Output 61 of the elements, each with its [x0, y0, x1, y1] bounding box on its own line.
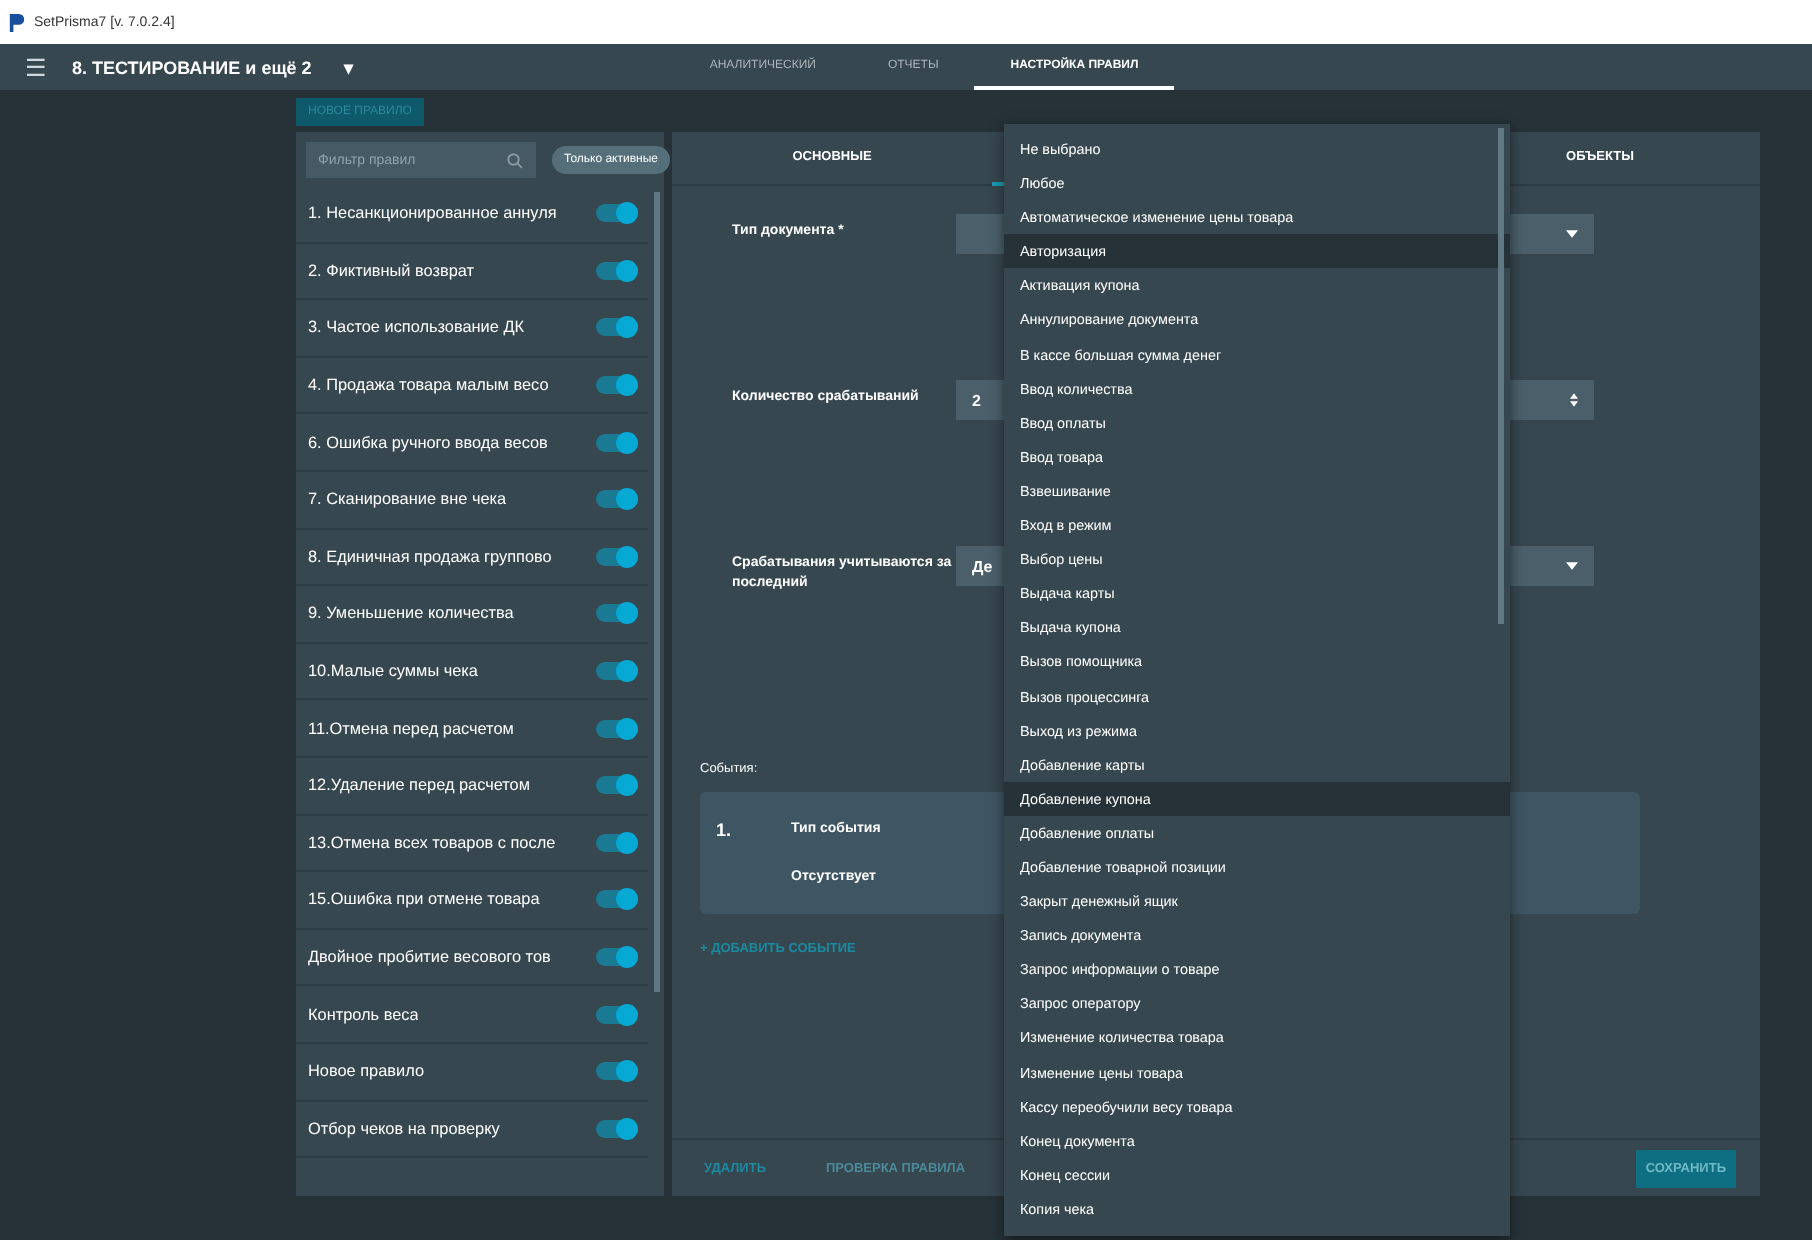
rule-name: Отбор чеков на проверку — [308, 1119, 500, 1138]
rule-name: 9. Уменьшение количества — [308, 604, 514, 623]
toggle-switch[interactable] — [596, 261, 636, 280]
rule-item[interactable]: Отбор чеков на проверку — [296, 1101, 648, 1159]
toggle-switch[interactable] — [596, 547, 636, 566]
rule-item[interactable]: 15.Ошибка при отмене товара — [296, 872, 648, 930]
rule-item[interactable]: 11.Отмена перед расчетом — [296, 700, 648, 758]
rule-item[interactable]: 10.Малые суммы чека — [296, 643, 648, 701]
rule-item[interactable]: Контроль веса — [296, 986, 648, 1044]
toggle-switch[interactable] — [596, 490, 636, 509]
rule-name: 4. Продажа товара малым весо — [308, 376, 549, 395]
app-logo-icon — [8, 11, 26, 33]
rule-item[interactable]: 7. Сканирование вне чека — [296, 471, 648, 530]
dropdown-caret-icon — [1566, 562, 1578, 570]
rule-name: 13.Отмена всех товаров с после — [308, 833, 556, 852]
rule-item[interactable]: Новое правило — [296, 1043, 648, 1101]
rule-item[interactable]: 4. Продажа товара малым весо — [296, 357, 648, 415]
rule-item[interactable]: 1. Несанкционированное аннуля — [296, 186, 648, 244]
toggle-switch[interactable] — [596, 1005, 636, 1024]
rule-name: 8. Единичная продажа группово — [308, 547, 552, 566]
rule-item[interactable]: 8. Единичная продажа группово — [296, 529, 648, 587]
rule-name: 6. Ошибка ручного ввода весов — [308, 433, 548, 452]
toggle-switch[interactable] — [596, 833, 636, 852]
toggle-switch[interactable] — [596, 948, 636, 967]
event-number: 1. — [716, 820, 732, 844]
dropdown-caret-icon — [1566, 230, 1578, 238]
rule-name: 12.Удаление перед расчетом — [308, 776, 530, 795]
rule-name: 10.Малые суммы чека — [308, 662, 478, 681]
toggle-switch[interactable] — [596, 1062, 636, 1081]
rule-name: 11.Отмена перед расчетом — [308, 719, 514, 738]
toggle-switch[interactable] — [596, 890, 636, 909]
rule-name: 7. Сканирование вне чека — [308, 490, 507, 509]
project-selector[interactable]: 8. ТЕСТИРОВАНИЕ и ещё 2 ▾ — [72, 57, 354, 77]
rule-item[interactable]: Двойное пробитие весового тов — [296, 929, 648, 987]
toggle-switch[interactable] — [596, 204, 636, 223]
rule-name: Новое правило — [308, 1062, 424, 1081]
rule-item[interactable]: 2. Фиктивный возврат — [296, 243, 648, 301]
rule-name: 15.Ошибка при отмене товара — [308, 890, 540, 909]
scrollbar[interactable] — [1498, 128, 1504, 624]
rule-item[interactable]: 3. Частое использование ДК — [296, 300, 648, 358]
toggle-switch[interactable] — [596, 1119, 636, 1138]
rule-item[interactable]: 9. Уменьшение количества — [296, 586, 648, 644]
toggle-switch[interactable] — [596, 376, 636, 395]
rule-name: 2. Фиктивный возврат — [308, 261, 475, 280]
rule-name: 1. Несанкционированное аннуля — [308, 204, 557, 223]
menu-button[interactable]: ☰ — [0, 53, 72, 81]
rule-item[interactable]: 6. Ошибка ручного ввода весов — [296, 414, 648, 472]
toggle-switch[interactable] — [596, 318, 636, 337]
scrollbar[interactable] — [654, 192, 660, 992]
spinner-icon — [1570, 392, 1578, 408]
search-icon — [506, 151, 524, 169]
rule-name: 3. Частое использование ДК — [308, 318, 525, 337]
toggle-switch[interactable] — [596, 719, 636, 738]
toggle-switch[interactable] — [596, 662, 636, 681]
rule-name: Контроль веса — [308, 1005, 419, 1024]
rule-item[interactable]: 12.Удаление перед расчетом — [296, 757, 648, 816]
toggle-switch[interactable] — [596, 776, 636, 795]
toggle-switch[interactable] — [596, 433, 636, 452]
rule-item[interactable]: 13.Отмена всех товаров с после — [296, 815, 648, 873]
rule-name: Двойное пробитие весового тов — [308, 948, 551, 967]
toggle-switch[interactable] — [596, 604, 636, 623]
